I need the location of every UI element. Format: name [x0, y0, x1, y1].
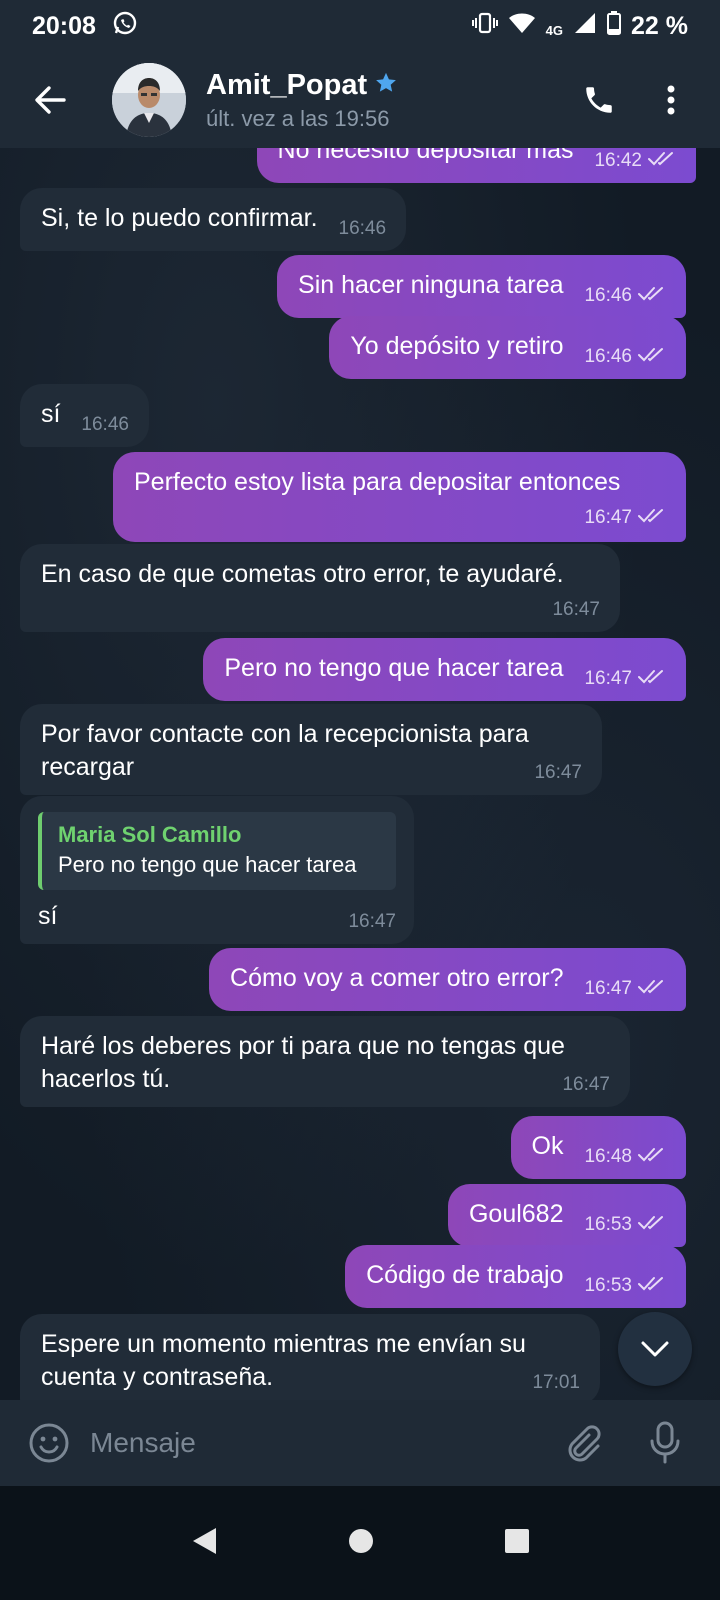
message-bubble-incoming[interactable]: sí 16:46 [20, 384, 149, 447]
message-bubble-outgoing[interactable]: No necesito depositar más 16:42 [256, 148, 696, 183]
message-input[interactable]: Mensaje [90, 1427, 558, 1459]
message-bubble-incoming[interactable]: Por favor contacte con la recepcionista … [20, 704, 602, 795]
more-vertical-icon [667, 85, 675, 115]
message-text: Perfecto estoy lista para depositar ento… [134, 468, 621, 496]
double-check-icon [638, 1140, 666, 1173]
chat-header: Amit_Popat últ. vez a las 19:56 [0, 52, 720, 148]
message-bubble-incoming[interactable]: En caso de que cometas otro error, te ay… [20, 544, 620, 632]
phone-icon [586, 87, 612, 113]
more-menu-button[interactable] [644, 73, 698, 127]
message-bubble-outgoing[interactable]: Código de trabajo 16:53 [345, 1245, 686, 1308]
nav-recents-button[interactable] [504, 1528, 530, 1559]
message-bubble-incoming[interactable]: Haré los deberes por ti para que no teng… [20, 1016, 630, 1107]
message-time: 16:48 [584, 1146, 632, 1167]
message-time: 16:47 [562, 1074, 610, 1095]
message-bubble-outgoing[interactable]: Pero no tengo que hacer tarea 16:47 [203, 638, 686, 701]
scroll-to-bottom-button[interactable] [618, 1312, 692, 1386]
double-check-icon [638, 340, 666, 373]
circle-home-icon [349, 1528, 373, 1553]
arrow-left-icon [35, 86, 66, 114]
double-check-icon [638, 279, 666, 312]
message-composer: Mensaje [0, 1400, 720, 1486]
message-bubble-outgoing[interactable]: Yo depósito y retiro 16:46 [329, 316, 686, 379]
message-time: 16:47 [584, 978, 632, 999]
double-check-icon [648, 148, 676, 177]
status-icons: 4G 22 % [471, 10, 688, 42]
nav-back-button[interactable] [190, 1526, 218, 1561]
signal-icon [573, 11, 597, 42]
battery-icon [607, 10, 622, 42]
nav-home-button[interactable] [348, 1528, 374, 1559]
vibrate-icon [471, 11, 498, 42]
avatar[interactable] [112, 63, 186, 137]
message-text: Yo depósito y retiro [350, 332, 564, 360]
message-bubble-incoming[interactable]: Si, te lo puedo confirmar. 16:46 [20, 188, 407, 251]
double-check-icon [638, 662, 666, 695]
reply-text: Pero no tengo que hacer tarea [58, 852, 357, 877]
status-time: 20:08 [32, 11, 96, 40]
reply-quote[interactable]: Maria Sol Camillo Pero no tengo que hace… [38, 812, 396, 890]
message-text: Goul682 [468, 1200, 564, 1228]
message-text: Si, te lo puedo confirmar. [41, 204, 318, 232]
last-seen: últ. vez a las 19:56 [206, 105, 390, 131]
message-text: sí [41, 400, 61, 428]
call-button[interactable] [572, 73, 626, 127]
message-bubble-outgoing[interactable]: Perfecto estoy lista para depositar ento… [113, 452, 686, 542]
double-check-icon [638, 501, 666, 534]
message-time: 17:01 [532, 1372, 580, 1393]
message-time: 16:53 [584, 1214, 632, 1235]
double-check-icon [638, 972, 666, 1005]
attach-button[interactable] [558, 1418, 608, 1468]
message-list[interactable]: No necesito depositar más 16:42 Si, te l… [0, 148, 720, 1430]
double-check-icon [638, 1208, 666, 1241]
message-text: No necesito depositar más [277, 148, 574, 164]
chevron-down-icon [641, 1341, 669, 1357]
microphone-icon [650, 1421, 680, 1464]
message-time: 16:47 [348, 911, 396, 932]
battery-level: 22 % [631, 11, 688, 40]
message-text: Ok [531, 1132, 564, 1160]
message-bubble-outgoing[interactable]: Sin hacer ninguna tarea 16:46 [277, 255, 686, 318]
whatsapp-icon [112, 10, 138, 43]
paperclip-icon [568, 1425, 601, 1462]
message-time: 16:47 [552, 599, 600, 620]
double-check-icon [638, 1269, 666, 1302]
contact-info[interactable]: Amit_Popat últ. vez a las 19:56 [206, 69, 572, 132]
network-type: 4G [545, 22, 564, 38]
wifi-icon [508, 12, 536, 41]
message-text: En caso de que cometas otro error, te ay… [41, 560, 564, 588]
reply-author: Maria Sol Camillo [58, 822, 242, 847]
message-time: 16:47 [584, 668, 632, 689]
message-bubble-incoming[interactable]: Espere un momento mientras me envían su … [20, 1314, 600, 1405]
emoji-button[interactable] [24, 1418, 74, 1468]
star-icon [375, 72, 397, 99]
message-text: Cómo voy a comer otro error? [230, 964, 564, 992]
message-time: 16:47 [584, 507, 632, 528]
message-time: 16:53 [584, 1275, 632, 1296]
system-navigation-bar [0, 1486, 720, 1600]
message-time: 16:42 [594, 150, 642, 171]
square-recents-icon [505, 1528, 529, 1553]
back-button[interactable] [26, 76, 74, 124]
microphone-button[interactable] [640, 1418, 690, 1468]
message-text: Código de trabajo [366, 1261, 564, 1289]
message-bubble-outgoing[interactable]: Goul682 16:53 [447, 1184, 686, 1247]
message-time: 16:46 [338, 218, 387, 239]
message-time: 16:47 [534, 762, 582, 783]
contact-name: Amit_Popat [206, 68, 368, 101]
message-time: 16:46 [584, 285, 632, 306]
message-time: 16:46 [584, 346, 632, 367]
triangle-back-icon [193, 1527, 216, 1554]
message-bubble-incoming[interactable]: Maria Sol Camillo Pero no tengo que hace… [20, 796, 414, 944]
message-bubble-outgoing[interactable]: Cómo voy a comer otro error? 16:47 [209, 948, 686, 1011]
message-text: Pero no tengo que hacer tarea [224, 654, 564, 682]
message-text: Sin hacer ninguna tarea [298, 271, 564, 299]
message-time: 16:46 [81, 414, 129, 435]
message-bubble-outgoing[interactable]: Ok 16:48 [510, 1116, 686, 1179]
status-bar: 20:08 4G 22 % [0, 0, 720, 52]
emoji-icon [29, 1423, 69, 1463]
